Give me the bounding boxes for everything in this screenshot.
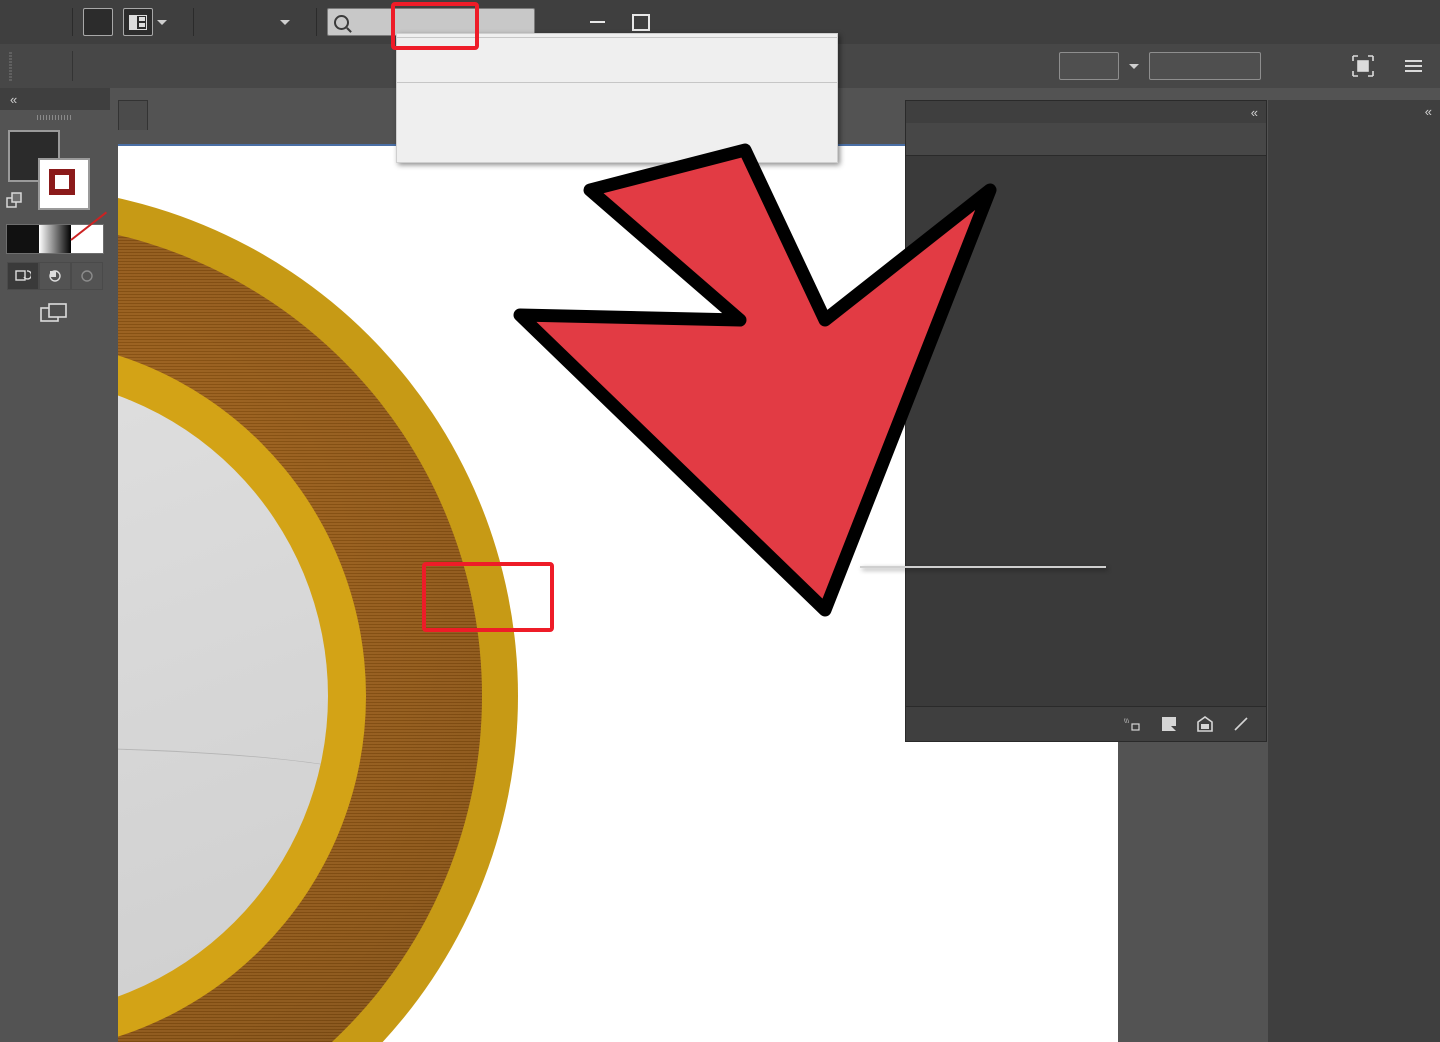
- color-mode-none[interactable]: [71, 225, 103, 253]
- fill-stroke-swatches[interactable]: [6, 130, 98, 216]
- menu-divider-2: [397, 82, 837, 83]
- warp-submenu[interactable]: [860, 566, 1106, 568]
- control-bar-menu-icon[interactable]: [1405, 60, 1422, 72]
- tools-collapse-bar[interactable]: «: [0, 88, 110, 110]
- draw-behind-button[interactable]: [39, 262, 71, 290]
- control-bar-grip[interactable]: [4, 51, 16, 81]
- bridge-button[interactable]: [83, 8, 113, 36]
- color-mode-gradient[interactable]: [39, 225, 71, 253]
- locate-object-icon[interactable]: \\\: [1124, 716, 1142, 732]
- swap-fill-stroke-icon[interactable]: [6, 190, 28, 212]
- workspace-divider: [193, 8, 194, 36]
- menu-item-document-raster-effects-settings[interactable]: [397, 41, 837, 79]
- search-divider: [316, 8, 317, 36]
- layers-panel-footer: \\\: [906, 706, 1266, 741]
- embed-chevron-down-icon[interactable]: [1129, 63, 1139, 69]
- workspace-switcher[interactable]: [274, 19, 290, 25]
- workspace-chevron-down-icon: [280, 19, 290, 25]
- mask-button[interactable]: [1149, 52, 1261, 80]
- document-tab[interactable]: [118, 100, 148, 132]
- new-layer-icon[interactable]: [1196, 715, 1214, 733]
- illustrator-window: « « \\\ «: [0, 0, 1440, 1042]
- collapse-tools-icon: «: [10, 91, 17, 107]
- layers-panel-tabs: [906, 123, 1266, 156]
- svg-text:\\\: \\\: [1124, 719, 1129, 725]
- layers-panel: « \\\: [905, 100, 1267, 742]
- arrange-documents-button[interactable]: [123, 8, 153, 36]
- draw-normal-button[interactable]: [7, 262, 39, 290]
- color-mode-color[interactable]: [7, 225, 39, 253]
- stroke-swatch[interactable]: [38, 158, 90, 210]
- menubar-divider: [72, 8, 73, 36]
- tools-grip[interactable]: [0, 110, 110, 124]
- collapse-dock-icon: «: [1424, 103, 1432, 119]
- color-mode-bar[interactable]: [6, 224, 104, 254]
- arrange-chevron-down-icon[interactable]: [157, 19, 167, 25]
- effect-menu[interactable]: [396, 33, 838, 163]
- collapse-panel-icon: «: [1250, 104, 1258, 120]
- app-logo: [0, 0, 62, 44]
- clock-artwork[interactable]: [118, 186, 518, 1042]
- change-screen-mode-button[interactable]: [35, 300, 75, 330]
- new-sublayer-icon[interactable]: [1160, 715, 1178, 733]
- illustrator-effects-group-label: [397, 86, 837, 124]
- delete-layer-icon[interactable]: [1232, 715, 1250, 733]
- menu-divider: [397, 37, 837, 38]
- isolate-selection-icon[interactable]: [1351, 54, 1375, 78]
- search-input[interactable]: [327, 8, 535, 36]
- photoshop-effects-group-label: [397, 124, 837, 162]
- layers-panel-collapse[interactable]: «: [906, 101, 1266, 123]
- panel-dock: «: [1268, 100, 1440, 1042]
- draw-mode-bar[interactable]: [7, 262, 103, 290]
- dock-collapse-button[interactable]: «: [1268, 100, 1440, 122]
- tools-panel: «: [0, 88, 110, 1042]
- search-icon: [334, 14, 349, 30]
- embed-dropdown[interactable]: [1059, 52, 1119, 80]
- draw-inside-button[interactable]: [71, 262, 103, 290]
- layer-list: [906, 156, 1266, 162]
